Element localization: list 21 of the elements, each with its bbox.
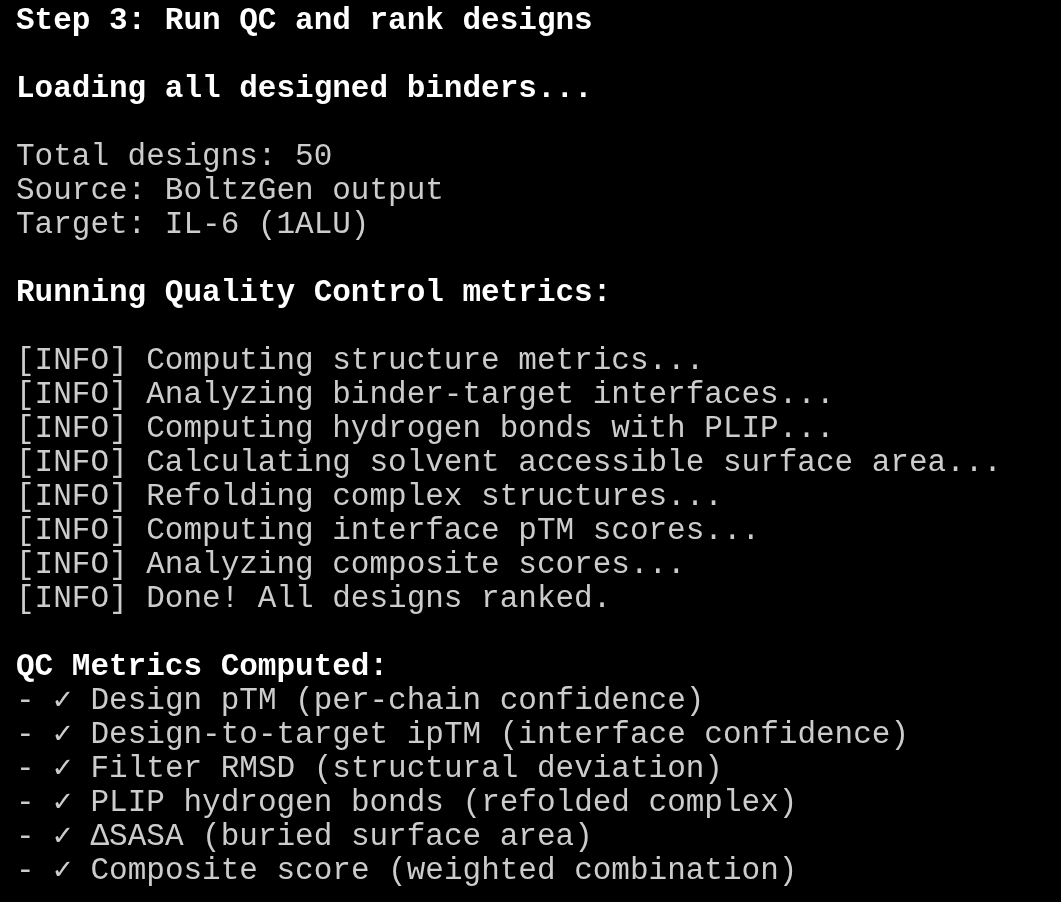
output-line: [INFO] Calculating solvent accessible surface area...: [16, 446, 1002, 480]
output-line: Source: BoltzGen output: [16, 174, 444, 208]
output-line: [INFO] Done! All designs ranked.: [16, 582, 612, 616]
output-line: [INFO] Computing structure metrics...: [16, 344, 705, 378]
output-line: [INFO] Refolding complex structures...: [16, 480, 723, 514]
output-line: [INFO] Analyzing binder-target interfaces...: [16, 378, 835, 412]
output-line: - ✓ Filter RMSD (structural deviation): [16, 752, 723, 786]
output-line: Total designs: 50: [16, 140, 333, 174]
output-line: [INFO] Analyzing composite scores...: [16, 548, 686, 582]
heading-line: Loading all designed binders...: [16, 72, 593, 106]
output-line: - ✓ Design-to-target ipTM (interface confidence): [16, 718, 909, 752]
output-line: [INFO] Computing interface pTM scores...: [16, 514, 761, 548]
output-line: - ✓ Design pTM (per-chain confidence): [16, 684, 705, 718]
heading-line: Step 3: Run QC and rank designs: [16, 4, 593, 38]
output-line: - ✓ Composite score (weighted combination): [16, 854, 798, 888]
output-line: Target: IL-6 (1ALU): [16, 208, 370, 242]
output-line: - ✓ ΔSASA (buried surface area): [16, 820, 593, 854]
heading-line: Running Quality Control metrics:: [16, 276, 612, 310]
output-line: - ✓ PLIP hydrogen bonds (refolded complex): [16, 786, 798, 820]
output-line: [INFO] Computing hydrogen bonds with PLIP...: [16, 412, 835, 446]
heading-line: QC Metrics Computed:: [16, 650, 389, 684]
